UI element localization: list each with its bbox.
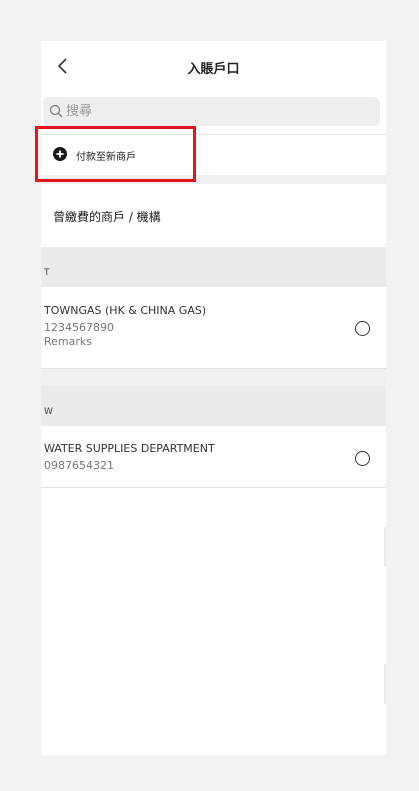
group-header-w: W [41,386,386,426]
page-title: 入賬戶口 [187,62,240,77]
section-header: 曾繳費的商戶 / 機構 [41,188,386,246]
scroll-artifact [384,664,386,704]
payee-screen: 入賬戶口 付款至新商戶 曾繳費的商戶 / 機構 T TOWNGAS (HK & … [41,41,386,755]
merchant-account: 0987654321 [44,459,114,472]
search-icon [49,104,63,118]
merchant-name: TOWNGAS (HK & CHINA GAS) [44,304,207,317]
add-new-merchant-button[interactable]: 付款至新商戶 [41,134,386,175]
top-bar: 入賬戶口 [41,41,386,91]
radio-unselected-icon[interactable] [355,321,370,336]
plus-circle-icon [53,147,67,161]
scroll-artifact [384,527,386,567]
divider [41,369,386,386]
search-bar[interactable] [43,97,380,126]
radio-unselected-icon[interactable] [355,451,370,466]
group-header-t: T [41,247,386,287]
merchant-name: WATER SUPPLIES DEPARTMENT [44,442,215,455]
add-new-merchant-label: 付款至新商戶 [76,152,136,163]
merchant-account: 1234567890 [44,321,114,334]
section-title: 曾繳費的商戶 / 機構 [53,210,161,224]
group-letter: T [44,268,50,278]
group-letter: W [44,407,53,417]
search-input[interactable] [66,102,356,120]
merchant-remarks: Remarks [44,335,92,348]
divider [41,175,386,184]
merchant-row-water-supplies[interactable]: WATER SUPPLIES DEPARTMENT 0987654321 [41,427,386,488]
merchant-row-towngas[interactable]: TOWNGAS (HK & CHINA GAS) 1234567890 Rema… [41,288,386,369]
